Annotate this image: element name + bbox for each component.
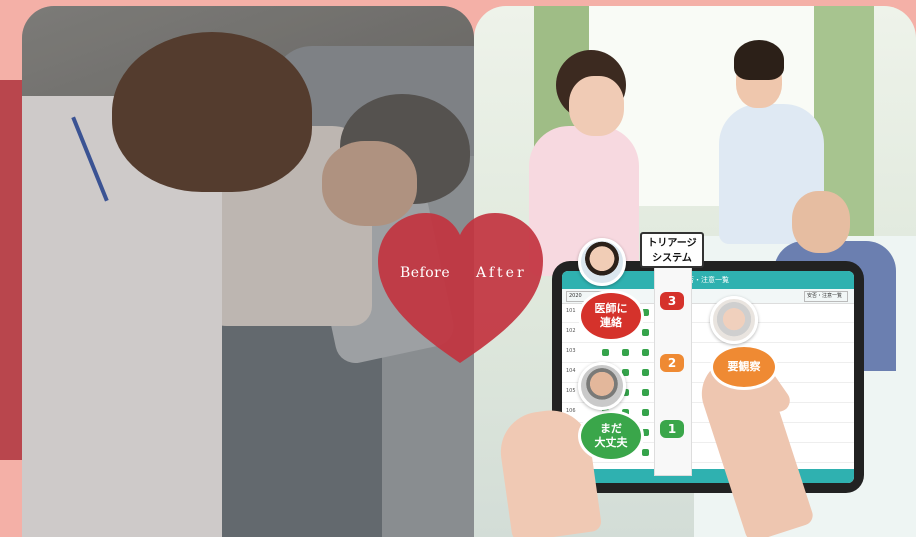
status-indicator <box>642 369 649 376</box>
doctor-avatar <box>578 238 626 286</box>
list-filter[interactable]: 安否・注意一覧 <box>804 291 848 302</box>
status-indicator <box>622 349 629 356</box>
room-number: 105 <box>566 388 576 394</box>
room-number: 101 <box>566 308 576 314</box>
triage-system-callout: トリアージ システム <box>640 232 704 268</box>
after-label: After <box>476 265 527 281</box>
resident-row[interactable]: 103 <box>562 343 854 363</box>
before-after-label: Before After <box>400 265 540 287</box>
screen-footer <box>562 469 854 483</box>
status-indicator <box>642 389 649 396</box>
status-indicator <box>642 449 649 456</box>
female-nurse-face <box>569 76 624 136</box>
bubble-red-line-2: 連絡 <box>600 316 622 329</box>
bubble-orange-line-1: 要観察 <box>727 360 761 373</box>
room-number: 104 <box>566 368 576 374</box>
contact-doctor-bubble: 医師に 連絡 <box>578 290 644 342</box>
callout-line-2: システム <box>652 253 692 264</box>
status-indicator <box>602 349 609 356</box>
still-okay-bubble: まだ 大丈夫 <box>578 410 644 462</box>
room-number: 102 <box>566 328 576 334</box>
triage-level-3-badge: 3 <box>660 292 684 310</box>
elderly-woman-avatar <box>710 296 758 344</box>
triage-level-1-badge: 1 <box>660 420 684 438</box>
callout-line-1: トリアージ <box>647 238 697 249</box>
status-indicator <box>642 329 649 336</box>
before-label: Before <box>400 265 451 281</box>
triage-level-2-badge: 2 <box>660 354 684 372</box>
male-nurse-hair <box>734 40 784 80</box>
patient-face <box>792 191 850 253</box>
elderly-man-avatar <box>578 362 626 410</box>
status-indicator <box>642 409 649 416</box>
bubble-green-line-2: 大丈夫 <box>594 436 628 449</box>
room-number: 103 <box>566 348 576 354</box>
needs-observation-bubble: 要観察 <box>710 344 778 390</box>
status-indicator <box>642 349 649 356</box>
heart-shape <box>378 213 543 365</box>
bubble-green-line-1: まだ <box>600 422 622 435</box>
bubble-red-line-1: 医師に <box>594 302 628 315</box>
